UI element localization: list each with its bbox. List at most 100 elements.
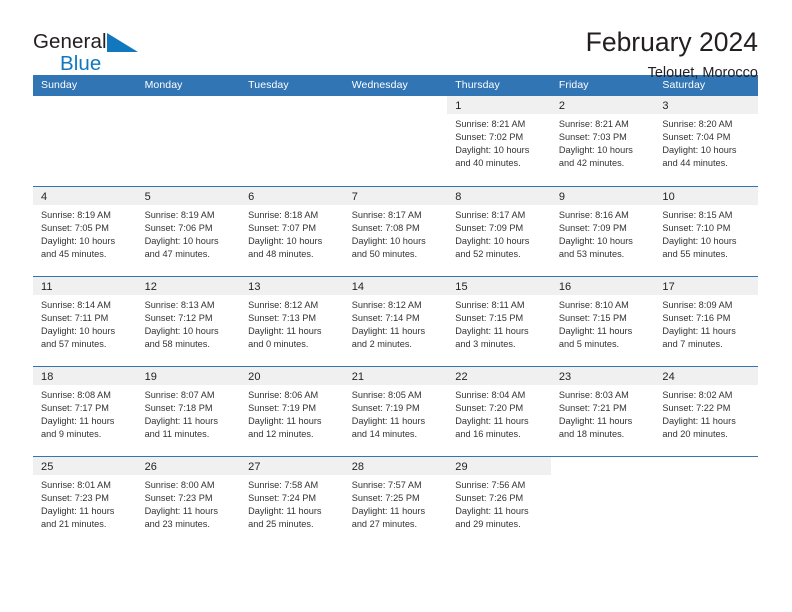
day-number: 18 xyxy=(41,371,54,383)
calendar-day-cell[interactable]: 22 Sunrise: 8:04 AM Sunset: 7:20 PM Dayligh… xyxy=(447,367,551,456)
calendar-day-cell[interactable]: 18 Sunrise: 8:08 AM Sunset: 7:17 PM Dayligh… xyxy=(33,367,137,456)
day-sun-info: Sunrise: 8:13 AM Sunset: 7:12 PM Daylight:… xyxy=(137,295,241,351)
calendar-day-cell[interactable]: 26 Sunrise: 8:00 AM Sunset: 7:23 PM Dayligh… xyxy=(136,457,241,546)
calendar-day-cell[interactable]: 6 Sunrise: 8:18 AM Sunset: 7:07 PM Daylight… xyxy=(240,187,344,276)
calendar-day-cell[interactable]: 12 Sunrise: 8:13 AM Sunset: 7:12 PM Dayligh… xyxy=(136,277,241,366)
calendar-day-cell[interactable]: 28 Sunrise: 7:57 AM Sunset: 7:25 PM Dayligh… xyxy=(343,457,448,546)
sunrise-text: Sunrise: 8:18 AM xyxy=(248,210,319,220)
calendar-day-cell[interactable]: 24 Sunrise: 8:02 AM Sunset: 7:22 PM Dayligh… xyxy=(654,367,758,456)
calendar-day-cell[interactable]: 13 Sunrise: 8:12 AM Sunset: 7:13 PM Dayligh… xyxy=(240,277,344,366)
daylight-text-line1: Daylight: 11 hours xyxy=(351,416,426,427)
day-sun-info: Sunrise: 8:18 AM Sunset: 7:07 PM Daylight:… xyxy=(240,205,344,261)
calendar-day-cell[interactable]: 19 Sunrise: 8:07 AM Sunset: 7:18 PM Dayligh… xyxy=(136,367,241,456)
calendar-day-cell[interactable]: 5 Sunrise: 8:19 AM Sunset: 7:06 PM Daylight… xyxy=(136,187,241,276)
day-sun-info: Sunrise: 8:15 AM Sunset: 7:10 PM Daylight:… xyxy=(654,205,758,261)
day-sun-info: Sunrise: 8:16 AM Sunset: 7:09 PM Daylight:… xyxy=(551,205,655,261)
day-number-band: 24 xyxy=(654,367,758,385)
daylight-text-line2: and 14 minutes. xyxy=(351,429,418,440)
daylight-text-line1: Daylight: 11 hours xyxy=(662,326,736,337)
daylight-text-line2: and 2 minutes. xyxy=(351,339,412,350)
day-number: 9 xyxy=(558,191,566,203)
daylight-text-line2: and 11 minutes. xyxy=(144,429,210,440)
day-sun-info: Sunrise: 8:12 AM Sunset: 7:14 PM Daylight:… xyxy=(344,295,448,351)
day-number-band: 1 xyxy=(447,96,551,114)
sunrise-text: Sunrise: 8:19 AM xyxy=(41,210,111,220)
calendar-day-cell[interactable]: 3 Sunrise: 8:20 AM Sunset: 7:04 PM Daylight… xyxy=(654,96,758,186)
day-number-band xyxy=(550,457,655,475)
calendar-day-cell[interactable]: 20 Sunrise: 8:06 AM Sunset: 7:19 PM Dayligh… xyxy=(240,367,344,456)
day-number-band: 20 xyxy=(240,367,344,385)
daylight-text-line2: and 0 minutes. xyxy=(248,339,309,350)
day-sun-info: Sunrise: 7:57 AM Sunset: 7:25 PM Daylight:… xyxy=(344,475,448,531)
sunset-text: Sunset: 7:03 PM xyxy=(558,132,627,143)
sunrise-text: Sunrise: 8:04 AM xyxy=(455,390,526,400)
sunrise-text: Sunrise: 8:10 AM xyxy=(558,300,629,310)
calendar-day-cell[interactable]: 11 Sunrise: 8:14 AM Sunset: 7:11 PM Dayligh… xyxy=(33,277,137,366)
sunset-text: Sunset: 7:09 PM xyxy=(558,223,627,234)
day-number: 20 xyxy=(248,371,261,383)
calendar-day-cell[interactable]: 23 Sunrise: 8:03 AM Sunset: 7:21 PM Dayligh… xyxy=(550,367,655,456)
daylight-text-line2: and 57 minutes. xyxy=(41,339,107,350)
sunrise-text: Sunrise: 8:17 AM xyxy=(455,210,526,220)
day-sun-info: Sunrise: 8:01 AM Sunset: 7:23 PM Daylight:… xyxy=(33,475,137,531)
calendar-day-cell-empty xyxy=(343,96,448,186)
sunset-text: Sunset: 7:18 PM xyxy=(144,403,213,414)
day-number: 26 xyxy=(144,461,157,473)
calendar-day-cell[interactable]: 27 Sunrise: 7:58 AM Sunset: 7:24 PM Dayligh… xyxy=(240,457,344,546)
day-number: 11 xyxy=(41,281,53,293)
sunrise-text: Sunrise: 8:12 AM xyxy=(248,300,319,310)
calendar-day-cell[interactable]: 10 Sunrise: 8:15 AM Sunset: 7:10 PM Dayligh… xyxy=(654,187,758,276)
brand-logo[interactable]: General Blue xyxy=(33,28,138,74)
sunrise-text: Sunrise: 8:03 AM xyxy=(558,390,629,400)
calendar-day-cell[interactable]: 8 Sunrise: 8:17 AM Sunset: 7:09 PM Daylight… xyxy=(447,187,551,276)
sunrise-text: Sunrise: 8:01 AM xyxy=(41,480,111,490)
day-sun-info: Sunrise: 8:04 AM Sunset: 7:20 PM Daylight:… xyxy=(447,385,551,441)
daylight-text-line1: Daylight: 10 hours xyxy=(455,145,530,156)
sunset-text: Sunset: 7:09 PM xyxy=(455,223,524,234)
daylight-text-line1: Daylight: 11 hours xyxy=(662,416,736,427)
daylight-text-line1: Daylight: 10 hours xyxy=(558,236,633,247)
daylight-text-line1: Daylight: 11 hours xyxy=(558,326,633,337)
calendar-day-cell[interactable]: 21 Sunrise: 8:05 AM Sunset: 7:19 PM Dayligh… xyxy=(343,367,448,456)
day-sun-info: Sunrise: 8:03 AM Sunset: 7:21 PM Daylight:… xyxy=(551,385,655,441)
day-sun-info: Sunrise: 8:21 AM Sunset: 7:03 PM Daylight:… xyxy=(551,114,655,170)
daylight-text-line2: and 21 minutes. xyxy=(41,519,107,530)
calendar-day-cell[interactable]: 14 Sunrise: 8:12 AM Sunset: 7:14 PM Dayligh… xyxy=(343,277,448,366)
day-number-band: 3 xyxy=(654,96,758,114)
calendar-day-cell[interactable]: 9 Sunrise: 8:16 AM Sunset: 7:09 PM Daylight… xyxy=(550,187,655,276)
calendar-day-cell-empty xyxy=(33,96,137,186)
calendar-week-row: 18 Sunrise: 8:08 AM Sunset: 7:17 PM Dayligh… xyxy=(33,366,758,456)
day-sun-info: Sunrise: 8:21 AM Sunset: 7:02 PM Daylight:… xyxy=(447,114,551,170)
daylight-text-line2: and 9 minutes. xyxy=(41,429,102,440)
day-number: 7 xyxy=(351,191,358,203)
day-number-band: 8 xyxy=(447,187,551,205)
day-number-band: 21 xyxy=(343,367,448,385)
day-number-band: 10 xyxy=(654,187,758,205)
daylight-text-line2: and 7 minutes. xyxy=(662,339,723,350)
day-sun-info: Sunrise: 8:09 AM Sunset: 7:16 PM Daylight:… xyxy=(654,295,758,351)
daylight-text-line2: and 53 minutes. xyxy=(558,249,625,260)
day-number: 15 xyxy=(455,281,468,293)
weekday-header-tuesday: Tuesday xyxy=(248,79,289,91)
calendar-day-cell[interactable]: 25 Sunrise: 8:01 AM Sunset: 7:23 PM Dayligh… xyxy=(33,457,137,546)
day-number: 1 xyxy=(455,100,462,112)
calendar-day-cell[interactable]: 17 Sunrise: 8:09 AM Sunset: 7:16 PM Dayligh… xyxy=(654,277,758,366)
daylight-text-line2: and 58 minutes. xyxy=(144,339,210,350)
calendar-day-cell[interactable]: 29 Sunrise: 7:56 AM Sunset: 7:26 PM Dayligh… xyxy=(447,457,551,546)
calendar-day-cell[interactable]: 1 Sunrise: 8:21 AM Sunset: 7:02 PM Daylight… xyxy=(447,96,551,186)
sunrise-text: Sunrise: 8:21 AM xyxy=(455,119,526,129)
day-sun-info: Sunrise: 8:11 AM Sunset: 7:15 PM Daylight:… xyxy=(447,295,551,351)
calendar-day-cell[interactable]: 2 Sunrise: 8:21 AM Sunset: 7:03 PM Daylight… xyxy=(550,96,655,186)
calendar-day-cell[interactable]: 15 Sunrise: 8:11 AM Sunset: 7:15 PM Dayligh… xyxy=(447,277,551,366)
sunset-text: Sunset: 7:07 PM xyxy=(248,223,317,234)
calendar-day-cell[interactable]: 7 Sunrise: 8:17 AM Sunset: 7:08 PM Daylight… xyxy=(343,187,448,276)
weekday-header-friday: Friday xyxy=(558,79,589,91)
sunset-text: Sunset: 7:11 PM xyxy=(41,313,109,324)
daylight-text-line2: and 18 minutes. xyxy=(558,429,625,440)
daylight-text-line2: and 44 minutes. xyxy=(662,158,728,169)
daylight-text-line1: Daylight: 11 hours xyxy=(351,326,426,337)
calendar-day-cell[interactable]: 16 Sunrise: 8:10 AM Sunset: 7:15 PM Dayligh… xyxy=(550,277,655,366)
sunrise-text: Sunrise: 8:21 AM xyxy=(558,119,629,129)
calendar-day-cell[interactable]: 4 Sunrise: 8:19 AM Sunset: 7:05 PM Daylight… xyxy=(33,187,137,276)
day-number: 10 xyxy=(662,191,675,203)
